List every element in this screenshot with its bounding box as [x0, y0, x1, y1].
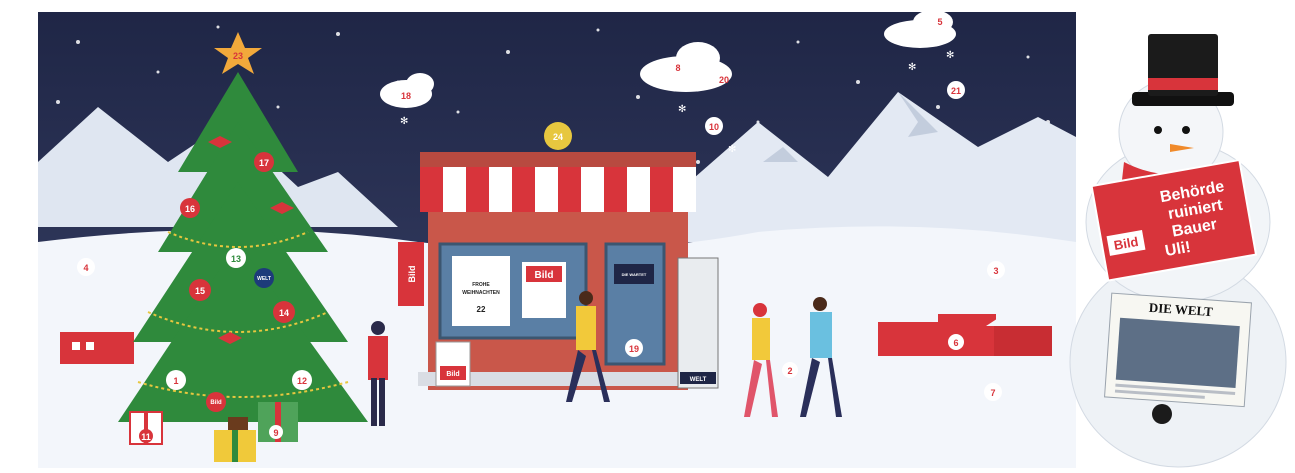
door-number[interactable]: 9	[273, 428, 278, 438]
kiosk: 24 FROHE WEIHNACHTEN 22 Bild DIE WARTET …	[398, 122, 719, 390]
present-yellow	[214, 430, 256, 462]
window-sign-line: 22	[477, 305, 486, 314]
door-number[interactable]: 19	[629, 344, 639, 354]
snowflake-21: 21	[947, 81, 965, 99]
bild-flag-logo: Bild	[407, 266, 417, 283]
snowman-illustration: Bild Behörde ruiniert Bauer Uli! DIE WEL…	[1066, 12, 1295, 468]
svg-text:✻: ✻	[678, 104, 686, 115]
welt-newspaper-photo	[1115, 317, 1240, 388]
door-number[interactable]: 10	[709, 122, 719, 132]
ornament-bild: Bild	[206, 392, 226, 412]
door-number[interactable]: 4	[83, 263, 88, 273]
door-sign: DIE WARTET	[622, 272, 647, 277]
snowflake-10: 10	[705, 117, 723, 135]
window-paper-logo: Bild	[535, 270, 554, 281]
door-number[interactable]: 7	[990, 388, 995, 398]
hat-band	[1148, 78, 1218, 90]
door-number[interactable]: 24	[553, 132, 563, 142]
svg-text:✻: ✻	[908, 62, 916, 73]
advent-calendar-illustration: 18 8 20 5 10 21 ✻ ✻ ✻ ✻ ✻ 6 4 3 7 23 17 …	[38, 12, 1076, 468]
door-number[interactable]: 5	[937, 17, 942, 27]
kiosk-awning	[420, 167, 696, 212]
door-number[interactable]: 16	[185, 204, 195, 214]
door-number[interactable]: 11	[141, 432, 151, 442]
door-number[interactable]: 23	[233, 51, 243, 61]
door-number[interactable]: 21	[951, 86, 961, 96]
ornament-13: 13	[226, 248, 246, 268]
ornament-17: 17	[254, 152, 274, 172]
present-9: 9	[258, 402, 298, 442]
ornament-15: 15	[189, 279, 211, 301]
door-number[interactable]: 13	[231, 254, 241, 264]
snowman-svg: Bild Behörde ruiniert Bauer Uli! DIE WEL…	[1069, 34, 1287, 468]
door-7: 7	[984, 383, 1002, 401]
door-number[interactable]: 6	[953, 338, 958, 348]
door-number[interactable]: 18	[401, 91, 411, 101]
door-number[interactable]: 3	[993, 266, 998, 276]
door-number[interactable]: 12	[297, 376, 307, 386]
window-sign-line: WEIHNACHTEN	[462, 290, 500, 296]
door-number[interactable]: 17	[259, 158, 269, 168]
door-number[interactable]: 2	[787, 366, 792, 376]
door-number[interactable]: 15	[195, 286, 205, 296]
ornament-14: 14	[273, 301, 295, 323]
door-number[interactable]: 14	[279, 308, 289, 318]
welt-ornament-logo: WELT	[257, 276, 271, 282]
scene-svg: 18 8 20 5 10 21 ✻ ✻ ✻ ✻ ✻ 6 4 3 7 23 17 …	[38, 12, 1076, 468]
svg-text:✻: ✻	[946, 50, 954, 61]
door-3: 3	[987, 261, 1005, 279]
door-number[interactable]: 8	[675, 63, 680, 73]
welt-newspaper: DIE WELT	[1104, 292, 1252, 408]
svg-text:✻: ✻	[728, 144, 736, 155]
bild-ornament-logo: Bild	[210, 400, 222, 406]
ornament-welt: WELT	[254, 268, 274, 288]
newspaper-stand	[677, 257, 719, 389]
door-number[interactable]: 20	[719, 75, 729, 85]
door-number[interactable]: 1	[173, 376, 178, 386]
window-sign-line: FROHE	[472, 282, 490, 288]
board-bild-logo: Bild	[446, 371, 459, 378]
snowman-button	[1152, 404, 1172, 424]
ornament-12: 12	[292, 370, 312, 390]
ornament-1: 1	[166, 370, 186, 390]
svg-text:✻: ✻	[400, 116, 408, 127]
present-11: 11	[129, 411, 163, 445]
stand-welt-logo: WELT	[690, 377, 707, 383]
ornament-16: 16	[180, 198, 200, 218]
door-4: 4	[77, 258, 95, 276]
